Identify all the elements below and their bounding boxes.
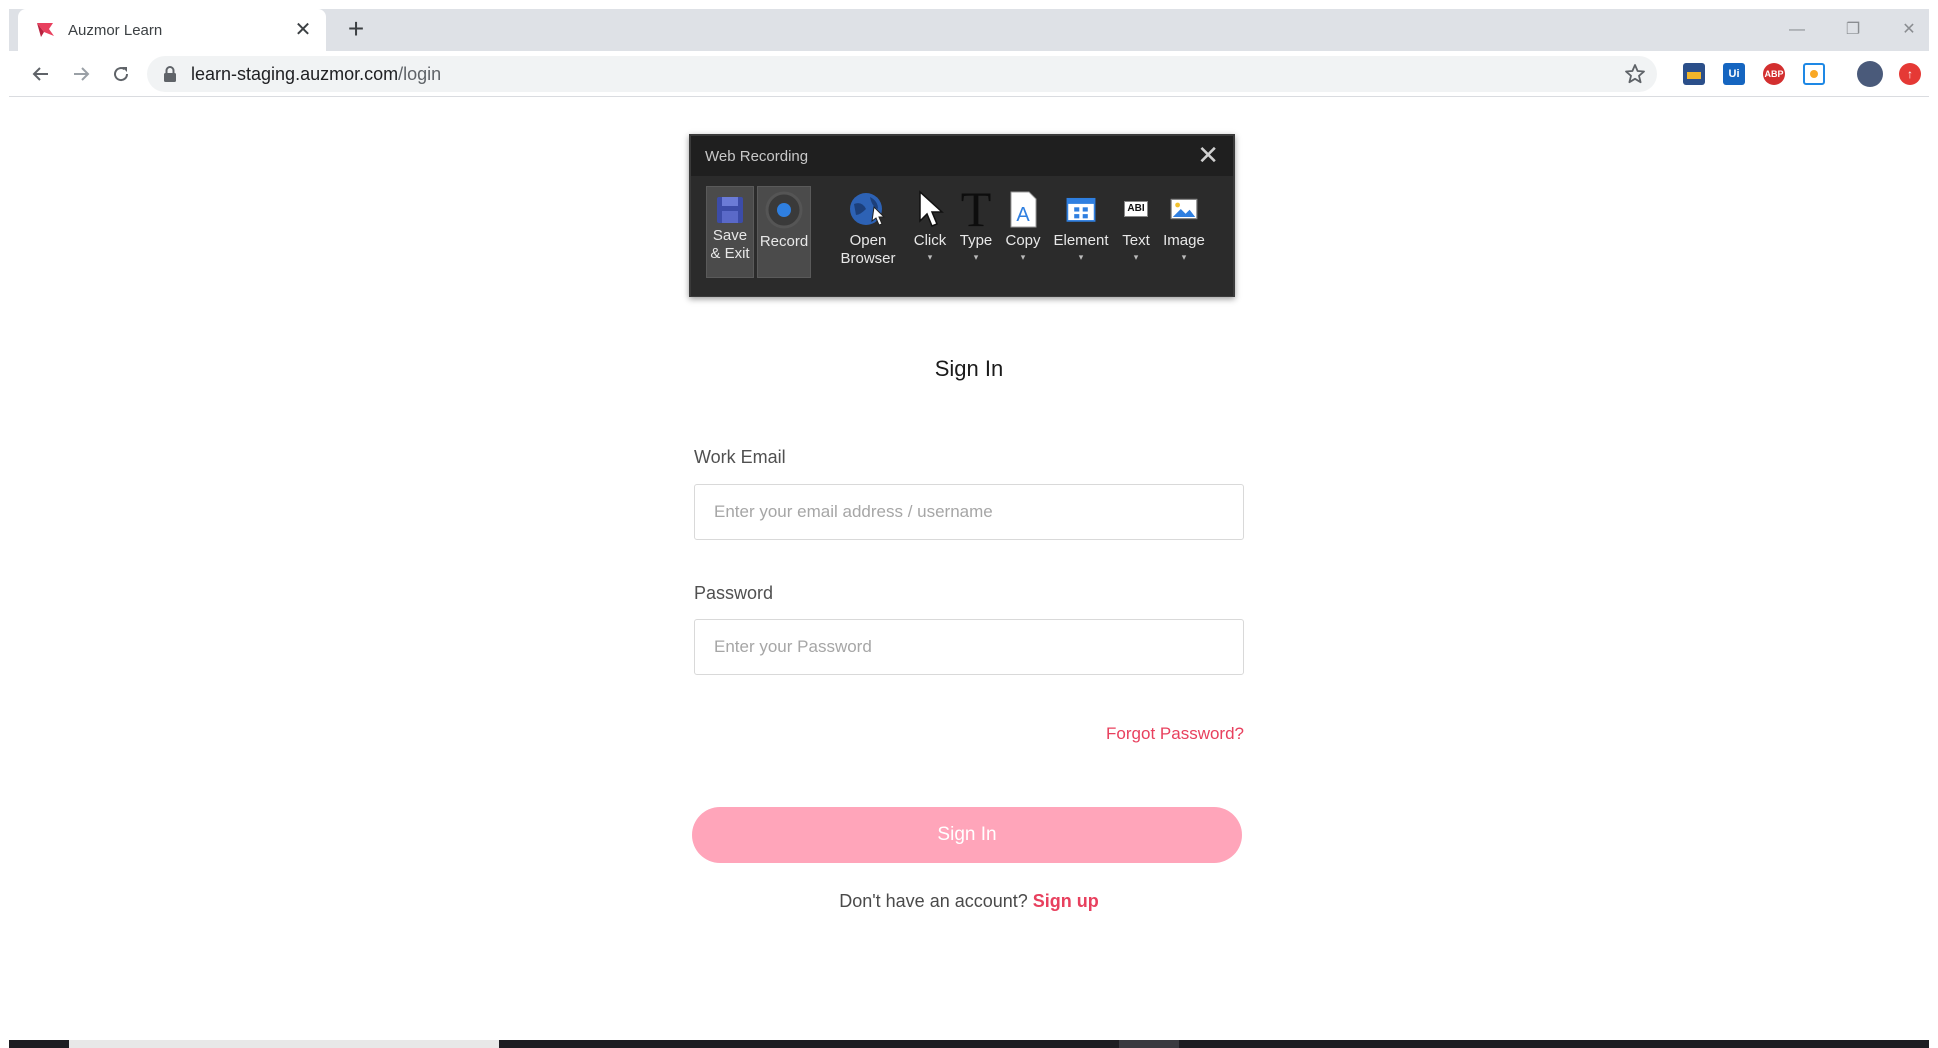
- screen: Auzmor Learn ✕ + — ❐ ✕ learn-staging.auz…: [0, 0, 1938, 1048]
- email-field[interactable]: [694, 484, 1244, 540]
- type-label: Type: [959, 232, 993, 249]
- taskbar-app-button[interactable]: [1119, 1040, 1179, 1048]
- signup-prompt-text: Don't have an account?: [839, 891, 1028, 911]
- sign-up-link[interactable]: Sign up: [1033, 891, 1099, 911]
- url-text: learn-staging.auzmor.com/login: [191, 64, 442, 84]
- element-caret-icon: ▾: [1078, 252, 1084, 262]
- signup-prompt: Don't have an account? Sign up: [0, 891, 1938, 912]
- copy-button[interactable]: A Copy ▾: [1001, 186, 1045, 278]
- browser-toolbar: learn-staging.auzmor.com/login Ui ABP ↑: [9, 51, 1929, 97]
- adblock-plus-icon[interactable]: ABP: [1763, 63, 1785, 85]
- arrow-right-icon: [74, 67, 90, 81]
- password-field[interactable]: [694, 619, 1244, 675]
- save-exit-label: Save & Exit: [710, 227, 750, 262]
- copy-caret-icon: ▾: [1020, 252, 1026, 262]
- browser-tab[interactable]: Auzmor Learn ✕: [18, 9, 326, 51]
- back-button[interactable]: [27, 60, 55, 88]
- element-window-icon: [1058, 186, 1104, 232]
- tab-close-icon[interactable]: ✕: [292, 19, 314, 41]
- copy-document-icon: A: [1000, 186, 1046, 232]
- update-icon[interactable]: ↑: [1899, 63, 1921, 85]
- window-close-button[interactable]: ✕: [1891, 15, 1927, 45]
- os-taskbar: [9, 1040, 1929, 1048]
- tab-title: Auzmor Learn: [68, 21, 163, 39]
- reload-button[interactable]: [107, 60, 135, 88]
- arrow-left-icon: [32, 67, 48, 81]
- click-caret-icon: ▾: [927, 252, 933, 262]
- record-icon: [761, 187, 807, 233]
- image-caret-icon: ▾: [1181, 252, 1187, 262]
- text-abc-icon: ABI: [1113, 186, 1159, 232]
- element-label: Element: [1053, 232, 1109, 249]
- click-label: Click: [913, 232, 947, 249]
- extension-icon-4[interactable]: [1803, 63, 1825, 85]
- cursor-icon: [907, 186, 953, 232]
- open-browser-button[interactable]: Open Browser: [835, 186, 901, 278]
- taskbar-search-box[interactable]: [69, 1040, 499, 1048]
- record-label: Record: [759, 233, 809, 250]
- window-minimize-button[interactable]: —: [1779, 15, 1815, 45]
- bookmark-star-icon[interactable]: [1623, 62, 1647, 86]
- recorder-title: Web Recording: [705, 148, 809, 165]
- forward-button[interactable]: [67, 60, 95, 88]
- window-restore-button[interactable]: ❐: [1835, 15, 1871, 45]
- auzmor-favicon-icon: [36, 20, 56, 40]
- text-button[interactable]: ABI Text ▾: [1117, 186, 1155, 278]
- browser-tab-strip: Auzmor Learn ✕ + — ❐ ✕: [9, 9, 1929, 51]
- text-caret-icon: ▾: [1133, 252, 1139, 262]
- save-exit-button[interactable]: Save & Exit: [706, 186, 754, 278]
- svg-text:A: A: [1016, 204, 1030, 226]
- page-title: Sign In: [934, 356, 1004, 381]
- reload-icon: [114, 67, 129, 82]
- record-button[interactable]: Record: [757, 186, 811, 278]
- type-button[interactable]: T Type ▾: [955, 181, 997, 278]
- globe-cursor-icon: [845, 186, 891, 232]
- click-button[interactable]: Click ▾: [909, 186, 951, 278]
- extension-icon-1[interactable]: [1683, 63, 1705, 85]
- email-label: Work Email: [694, 447, 786, 467]
- sign-in-button[interactable]: Sign In: [692, 807, 1242, 863]
- element-button[interactable]: Element ▾: [1049, 186, 1113, 278]
- type-t-icon: T: [960, 181, 992, 237]
- uipath-extension-icon[interactable]: Ui: [1723, 63, 1745, 85]
- recorder-close-icon[interactable]: ✕: [1197, 142, 1219, 168]
- image-button[interactable]: Image ▾: [1159, 186, 1209, 278]
- type-caret-icon: ▾: [973, 252, 979, 262]
- new-tab-button[interactable]: +: [342, 15, 370, 44]
- image-picture-icon: [1161, 186, 1207, 232]
- address-bar[interactable]: learn-staging.auzmor.com/login: [147, 56, 1657, 92]
- web-recording-panel: Web Recording ✕ Save & Exit Record Open …: [689, 134, 1235, 297]
- text-label: Text: [1122, 232, 1150, 249]
- recorder-toolbar: Save & Exit Record Open Browser Click ▾ …: [691, 176, 1233, 296]
- forgot-password-link[interactable]: Forgot Password?: [1106, 724, 1244, 744]
- profile-avatar[interactable]: [1857, 61, 1883, 87]
- password-label: Password: [694, 583, 774, 603]
- lock-icon: [164, 66, 176, 82]
- image-label: Image: [1163, 232, 1205, 249]
- open-browser-label: Open Browser: [840, 232, 896, 267]
- copy-label: Copy: [1005, 232, 1041, 249]
